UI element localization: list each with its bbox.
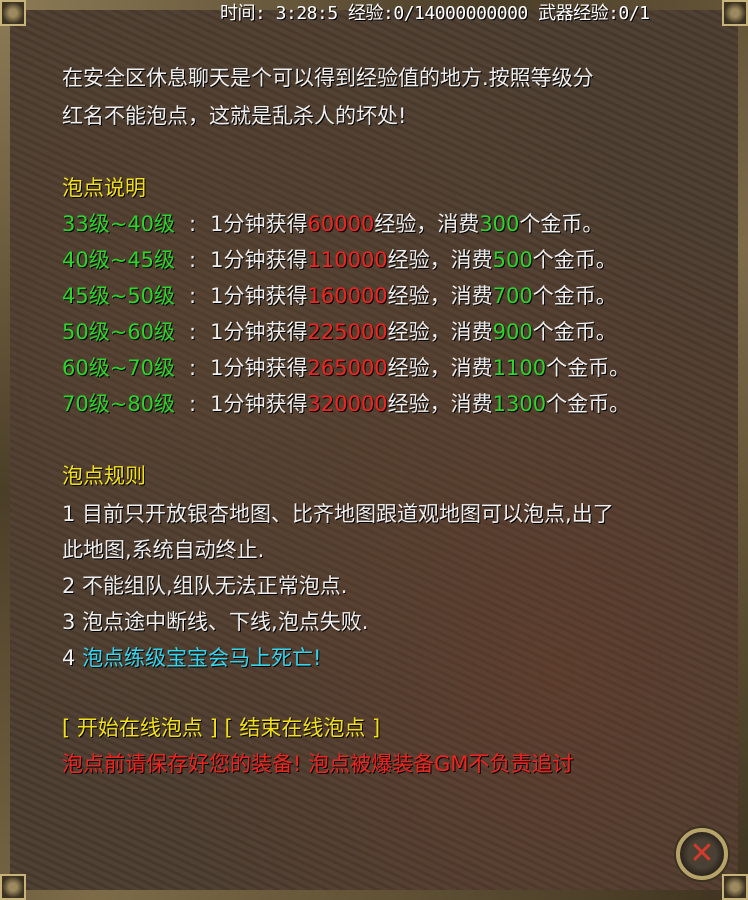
status-bar: 时间: 3:28:5 经验:0/14000000000 武器经验:0/1 bbox=[220, 3, 650, 24]
rate-text: 1分钟获得 bbox=[210, 212, 308, 236]
rate-text: 个金币。 bbox=[532, 320, 617, 344]
rate-row: 33级~40级:1分钟获得60000经验，消费300个金币。 bbox=[62, 210, 603, 238]
gold-cost: 500 bbox=[492, 248, 533, 272]
level-range: 70级~80级 bbox=[62, 392, 176, 416]
rate-text: 个金币。 bbox=[532, 248, 617, 272]
rate-text: 1分钟获得 bbox=[210, 248, 308, 272]
rate-text: 1分钟获得 bbox=[210, 320, 308, 344]
frame-corner-ornament bbox=[0, 0, 26, 26]
rate-text: 经验，消费 bbox=[387, 248, 493, 272]
separator: : bbox=[189, 212, 197, 236]
exp-amount: 60000 bbox=[307, 212, 375, 236]
frame-corner-ornament bbox=[0, 874, 26, 900]
rate-text: 个金币。 bbox=[546, 356, 631, 380]
rule-4: 4 泡点练级宝宝会马上死亡! bbox=[62, 644, 321, 672]
bracket: ] bbox=[372, 716, 381, 740]
rate-text: 个金币。 bbox=[546, 392, 631, 416]
exp-amount: 160000 bbox=[307, 284, 388, 308]
rate-text: 1分钟获得 bbox=[210, 356, 308, 380]
stop-online-afk-link[interactable]: 结束在线泡点 bbox=[239, 716, 365, 740]
start-online-afk-link[interactable]: 开始在线泡点 bbox=[77, 716, 203, 740]
level-range: 45级~50级 bbox=[62, 284, 176, 308]
intro-line-1: 在安全区休息聊天是个可以得到经验值的地方.按照等级分 bbox=[62, 66, 594, 90]
rule-2: 2 不能组队,组队无法正常泡点. bbox=[62, 574, 348, 598]
section-title-rules: 泡点规则 bbox=[62, 464, 146, 488]
rate-text: 1分钟获得 bbox=[210, 392, 308, 416]
rate-row: 50级~60级:1分钟获得225000经验，消费900个金币。 bbox=[62, 318, 617, 346]
gold-cost: 1100 bbox=[492, 356, 547, 380]
exp-amount: 110000 bbox=[307, 248, 388, 272]
rate-row: 45级~50级:1分钟获得160000经验，消费700个金币。 bbox=[62, 282, 617, 310]
rule-1-line-1: 1 目前只开放银杏地图、比齐地图跟道观地图可以泡点,出了 bbox=[62, 502, 614, 526]
level-range: 40级~45级 bbox=[62, 248, 176, 272]
rate-text: 经验，消费 bbox=[374, 212, 480, 236]
level-range: 60级~70级 bbox=[62, 356, 176, 380]
gold-cost: 300 bbox=[479, 212, 520, 236]
level-range: 50级~60级 bbox=[62, 320, 176, 344]
separator: : bbox=[189, 248, 197, 272]
rate-text: 个金币。 bbox=[532, 284, 617, 308]
separator: : bbox=[189, 284, 197, 308]
rate-text: 经验，消费 bbox=[387, 356, 493, 380]
close-button[interactable]: ✕ bbox=[676, 828, 728, 880]
gold-cost: 1300 bbox=[492, 392, 547, 416]
rate-text: 经验，消费 bbox=[387, 392, 493, 416]
bracket: ] [ bbox=[209, 716, 233, 740]
rate-row: 60级~70级:1分钟获得265000经验，消费1100个金币。 bbox=[62, 354, 630, 382]
frame-corner-ornament bbox=[722, 874, 748, 900]
rate-row: 40级~45级:1分钟获得110000经验，消费500个金币。 bbox=[62, 246, 617, 274]
bracket: [ bbox=[62, 716, 71, 740]
rule-1-line-2: 此地图,系统自动终止. bbox=[62, 538, 265, 562]
rate-row: 70级~80级:1分钟获得320000经验，消费1300个金币。 bbox=[62, 390, 630, 418]
separator: : bbox=[189, 392, 197, 416]
action-links: [ 开始在线泡点 ] [ 结束在线泡点 ] bbox=[62, 714, 380, 742]
warning-text: 泡点前请保存好您的装备! 泡点被爆装备GM不负责追讨 bbox=[62, 752, 574, 776]
rate-text: 经验，消费 bbox=[387, 320, 493, 344]
exp-amount: 320000 bbox=[307, 392, 388, 416]
gold-cost: 900 bbox=[492, 320, 533, 344]
exp-amount: 225000 bbox=[307, 320, 388, 344]
separator: : bbox=[189, 356, 197, 380]
rule-4-number: 4 bbox=[62, 646, 76, 670]
rate-text: 1分钟获得 bbox=[210, 284, 308, 308]
rule-3: 3 泡点途中断线、下线,泡点失败. bbox=[62, 610, 369, 634]
intro-line-2: 红名不能泡点，这就是乱杀人的坏处! bbox=[62, 104, 407, 128]
level-range: 33级~40级 bbox=[62, 212, 176, 236]
close-x-icon: ✕ bbox=[689, 836, 715, 871]
section-title-explain: 泡点说明 bbox=[62, 176, 146, 200]
rule-4-text: 泡点练级宝宝会马上死亡! bbox=[82, 646, 322, 670]
exp-amount: 265000 bbox=[307, 356, 388, 380]
rate-text: 个金币。 bbox=[519, 212, 604, 236]
separator: : bbox=[189, 320, 197, 344]
rate-text: 经验，消费 bbox=[387, 284, 493, 308]
gold-cost: 700 bbox=[492, 284, 533, 308]
